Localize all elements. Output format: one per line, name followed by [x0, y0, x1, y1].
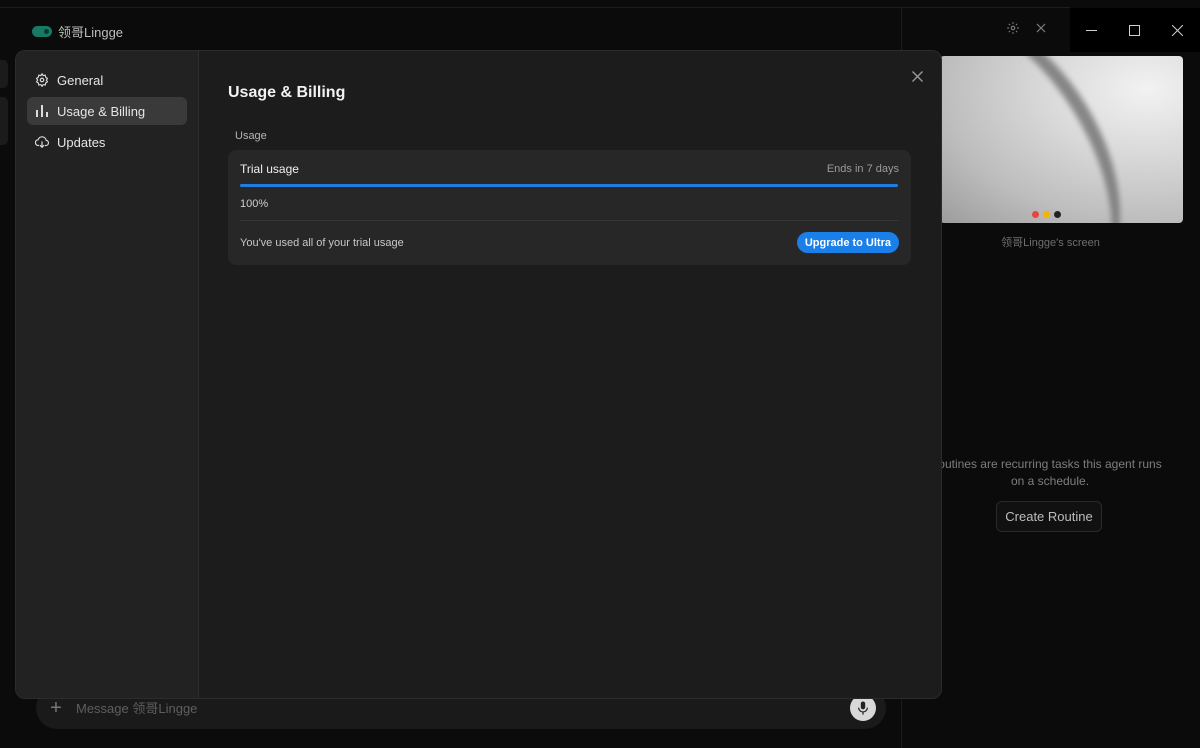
- settings-dialog: General Usage & Billing Updates Usage & …: [15, 50, 942, 699]
- sidebar-item-label: Updates: [57, 134, 106, 150]
- bar-chart-icon: [35, 104, 49, 118]
- close-icon: [911, 70, 923, 82]
- section-label-usage: Usage: [235, 130, 267, 142]
- app-title-bar: 领哥Lingge: [32, 22, 123, 41]
- sidebar-item-label: General: [57, 72, 104, 88]
- usage-percent: 100%: [240, 198, 269, 210]
- sidebar-item-general[interactable]: General: [27, 66, 187, 94]
- browser-icon: [1032, 211, 1039, 218]
- microphone-icon: [858, 701, 868, 715]
- app-title: 领哥Lingge: [58, 25, 124, 40]
- page-title: Usage & Billing: [228, 84, 346, 101]
- routines-description: outines are recurring tasks this agent r…: [938, 457, 1162, 488]
- settings-sidebar: General Usage & Billing Updates: [16, 51, 199, 698]
- usage-card-title: Trial usage: [240, 162, 299, 176]
- sidebar-item-label: Usage & Billing: [57, 103, 146, 119]
- usage-progress-fill: [240, 184, 898, 187]
- wallpaper-image: [940, 56, 1170, 223]
- screen-caption: 领哥Lingge's screen: [1001, 237, 1100, 249]
- cloud-download-icon: [35, 135, 49, 149]
- sidebar-item-updates[interactable]: Updates: [27, 128, 187, 156]
- sidebar-edge: [0, 60, 8, 88]
- card-divider: [240, 220, 899, 221]
- app-logo-icon: [32, 26, 52, 37]
- message-input[interactable]: [76, 700, 838, 716]
- taskbar-icons: [1032, 211, 1061, 218]
- app-icon: [1043, 211, 1050, 218]
- create-routine-button[interactable]: Create Routine: [996, 501, 1102, 532]
- sidebar-edge: [0, 97, 8, 145]
- gear-icon: [35, 73, 49, 87]
- plus-icon[interactable]: +: [48, 697, 64, 720]
- screen-thumbnail[interactable]: [940, 56, 1183, 223]
- usage-card: Trial usage Ends in 7 days 100% You've u…: [228, 150, 911, 265]
- usage-status-text: You've used all of your trial usage: [240, 236, 404, 249]
- upgrade-button[interactable]: Upgrade to Ultra: [796, 232, 899, 253]
- dialog-close-button[interactable]: [909, 68, 925, 84]
- usage-progress-bar: [240, 184, 898, 187]
- settings-content: Usage & Billing Usage Trial usage Ends i…: [199, 51, 941, 698]
- sidebar-item-usage-billing[interactable]: Usage & Billing: [27, 97, 187, 125]
- terminal-icon: [1054, 211, 1061, 218]
- trial-ends-text: Ends in 7 days: [826, 163, 899, 175]
